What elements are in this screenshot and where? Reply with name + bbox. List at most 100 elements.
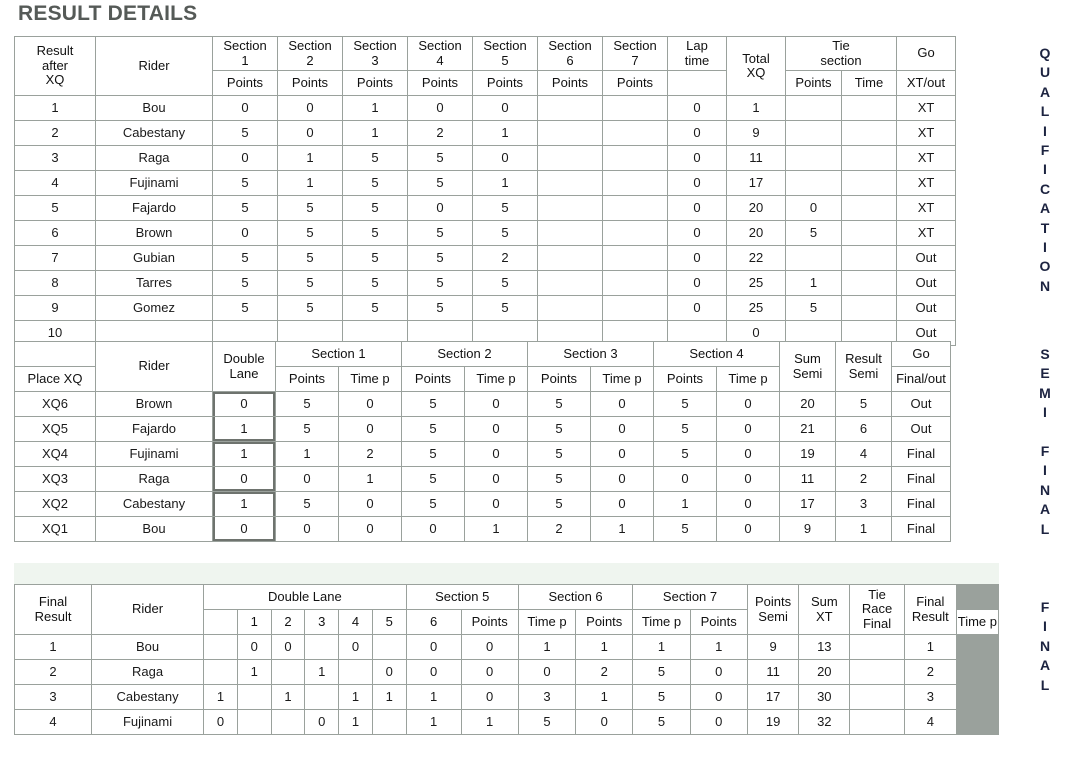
cell-s1-points: 5 <box>213 296 277 321</box>
cell-total-xq: 11 <box>727 146 785 171</box>
subcolumn-header-points: Points <box>408 71 472 96</box>
cell-rider: Bou <box>96 96 212 121</box>
subcolumn-header-place-xq: Place XQ <box>15 367 95 391</box>
cell-tie-time <box>842 121 896 146</box>
subcolumn-header-lane-4: 4 <box>339 610 372 634</box>
table-row: 8 Tarres 5 5 5 5 5 0 25 1 Out <box>15 271 955 296</box>
cell-s6-points <box>538 221 602 246</box>
cell-s7t: 0 <box>690 660 747 684</box>
cell-sum-xt: 13 <box>799 635 850 659</box>
cell-lap-time: 0 <box>668 196 726 221</box>
subcolumn-header-points: Points <box>528 367 590 391</box>
cell-s3-points: 5 <box>343 296 407 321</box>
cell-go: XT <box>897 196 955 221</box>
subcolumn-header-tie-points: Points <box>786 71 841 96</box>
cell-double-lane-d6 <box>372 635 406 659</box>
cell-s1p: 5 <box>276 392 338 416</box>
cell-points-semi: 11 <box>747 660 799 684</box>
side-label-letter: M <box>1039 384 1051 401</box>
cell-s3p: 5 <box>528 442 590 466</box>
cell-double-lane-d4 <box>305 685 339 709</box>
cell-total-xq: 17 <box>727 171 785 196</box>
cell-s4t: 0 <box>717 492 779 516</box>
cell-place: 1 <box>15 96 95 121</box>
cell-s1-points: 0 <box>213 96 277 121</box>
cell-double-lane: 1 <box>213 417 275 441</box>
subcolumn-header-points: Points <box>276 367 338 391</box>
cell-rider: Bou <box>92 635 204 659</box>
side-label-letter: N <box>1039 277 1051 294</box>
cell-rider: Tarres <box>96 271 212 296</box>
side-label-letter: A <box>1039 657 1051 674</box>
side-label-letter: A <box>1039 200 1051 217</box>
cell-s5p: 0 <box>406 660 461 684</box>
cell-double-lane-d4: 0 <box>305 710 339 734</box>
cell-s4-points: 2 <box>408 121 472 146</box>
cell-double-lane-d1: 1 <box>204 685 237 709</box>
subcolumn-header-time: Time p <box>591 367 653 391</box>
final-header-row: Final Result Rider Double Lane Section 5 Sect… <box>15 585 998 634</box>
subcolumn-header-lane-6: 6 <box>406 610 461 634</box>
column-header-2: Rider <box>96 37 212 96</box>
cell-s2-points: 5 <box>278 246 342 271</box>
table-row: 4 Fujinami 5 1 5 5 1 0 17 XT <box>15 171 955 196</box>
cell-total-xq: 9 <box>727 121 785 146</box>
side-label-letter: N <box>1039 481 1051 498</box>
cell-s5p: 0 <box>406 635 461 659</box>
side-label-semi-final: SEMI FINAL <box>1028 345 1062 539</box>
subcolumn-header-points: Points <box>473 71 537 96</box>
cell-s6-points <box>538 146 602 171</box>
cell-tie-points: 1 <box>786 271 841 296</box>
column-header-4: Section 5 <box>406 585 518 609</box>
column-header-9: Section 7 <box>603 37 667 71</box>
cell-s3t: 1 <box>591 517 653 541</box>
cell-double-lane-d5: 1 <box>339 685 372 709</box>
cell-s5p: 1 <box>406 710 461 734</box>
cell-final-result: 1 <box>904 635 956 659</box>
cell-sum-semi: 21 <box>780 417 835 441</box>
cell-s1t: 0 <box>339 492 401 516</box>
subcolumn-header-tie-time: Time <box>842 71 896 96</box>
column-header-7: Points Semi <box>747 585 799 634</box>
cell-s3p: 5 <box>528 492 590 516</box>
table-row: 5 Fajardo 5 5 5 0 5 0 20 0 XT <box>15 196 955 221</box>
cell-s2p: 5 <box>402 442 464 466</box>
cell-s4p: 0 <box>654 467 716 491</box>
cell-total-xq: 20 <box>727 221 785 246</box>
cell-s5t: 0 <box>461 685 518 709</box>
cell-rider: Raga <box>92 660 204 684</box>
cell-double-lane-d1 <box>204 635 237 659</box>
cell-s2t: 0 <box>465 467 527 491</box>
cell-place-xq: XQ1 <box>15 517 95 541</box>
cell-final-result: 2 <box>904 660 956 684</box>
cell-double-lane-d6: 1 <box>372 685 406 709</box>
cell-result-semi: 3 <box>836 492 891 516</box>
cell-s1t: 1 <box>339 467 401 491</box>
cell-s1p: 0 <box>276 517 338 541</box>
cell-s3-points: 1 <box>343 121 407 146</box>
cell-place: 2 <box>15 121 95 146</box>
cell-s6-points <box>538 171 602 196</box>
column-header-6: Section 3 <box>528 342 653 366</box>
cell-tie-points <box>786 171 841 196</box>
column-header-7: Section 4 <box>654 342 779 366</box>
subcolumn-header-lane-5: 5 <box>372 610 406 634</box>
cell-rider: Bou <box>96 517 212 541</box>
cell-go: Out <box>892 392 950 416</box>
cell-s5t: 0 <box>461 660 518 684</box>
cell-s1p: 5 <box>276 492 338 516</box>
subcolumn-header-points: Points <box>461 610 518 634</box>
cell-double-lane-d3 <box>271 660 305 684</box>
cell-s3t: 0 <box>591 467 653 491</box>
final-table-band: Final Result Rider Double Lane Section 5 Sect… <box>14 563 999 735</box>
cell-s4t: 0 <box>717 442 779 466</box>
cell-s2t: 0 <box>465 442 527 466</box>
cell-final-result: 3 <box>904 685 956 709</box>
side-label-letter: T <box>1040 219 1050 236</box>
cell-go: XT <box>897 121 955 146</box>
cell-s7p: 5 <box>633 660 690 684</box>
cell-s6p: 5 <box>518 710 576 734</box>
subcolumn-header-points: Points <box>213 71 277 96</box>
cell-rider: Fujinami <box>92 710 204 734</box>
side-label-letter: I <box>1043 462 1047 479</box>
